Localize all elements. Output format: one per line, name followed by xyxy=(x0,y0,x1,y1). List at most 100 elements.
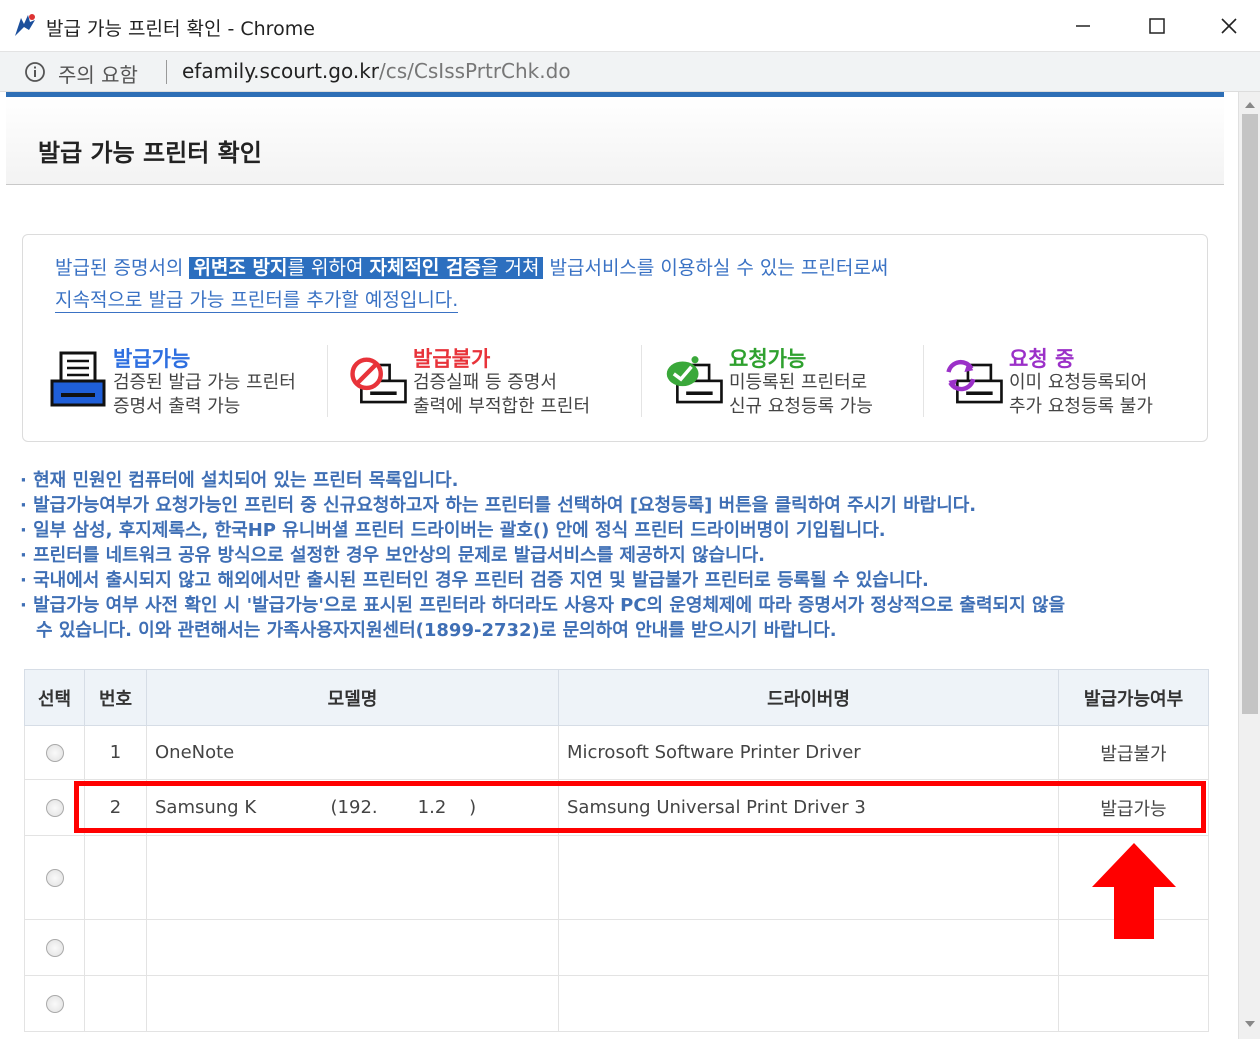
legend-title: 발급불가 xyxy=(413,343,490,373)
note-item: · 현재 민원인 컴퓨터에 설치되어 있는 프린터 목록입니다. xyxy=(20,468,1210,493)
header-number: 번호 xyxy=(85,670,147,726)
info-icon[interactable] xyxy=(24,61,46,83)
close-button[interactable] xyxy=(1202,6,1256,46)
court-logo-icon xyxy=(12,12,38,38)
page-title: 발급 가능 프린터 확인 xyxy=(38,133,262,168)
maximize-icon xyxy=(1148,17,1166,35)
legend-title: 요청 중 xyxy=(1009,343,1074,373)
address-bar[interactable]: 주의 요함 efamily.scourt.go.kr/cs/CsIssPrtrC… xyxy=(0,52,1260,92)
minimize-icon xyxy=(1075,18,1091,34)
printer-request-icon xyxy=(665,349,725,411)
note-item-continuation: 수 있습니다. 이와 관련해서는 가족사용자지원센터(1899-2732)로 문… xyxy=(20,618,1210,643)
legend-desc-line-2: 증명서 출력 가능 xyxy=(113,395,296,419)
row-radio[interactable] xyxy=(46,995,64,1013)
model-cell: OneNote xyxy=(147,726,559,780)
legend-desc-line-1: 미등록된 프린터로 xyxy=(729,371,873,395)
intro-text-after: 발급서비스를 이용하실 수 있는 프린터로써 xyxy=(550,257,889,279)
intro-highlight-bold-2: 자체적인 검증 xyxy=(369,257,481,279)
security-warning-text[interactable]: 주의 요함 xyxy=(58,59,138,88)
legend-divider xyxy=(327,345,328,417)
select-cell xyxy=(25,836,85,920)
legend-desc-line-1: 검증실패 등 증명서 xyxy=(413,371,590,395)
legend-title: 요청가능 xyxy=(729,343,806,373)
url-text[interactable]: efamily.scourt.go.kr/cs/CsIssPrtrChk.do xyxy=(182,59,571,83)
intro-line-1: 발급된 증명서의 위변조 방지를 위하여 자체적인 검증을 거쳐 발급서비스를 … xyxy=(55,253,888,280)
row-radio[interactable] xyxy=(46,939,64,957)
note-item: · 발급가능여부가 요청가능인 프린터 중 신규요청하고자 하는 프린터를 선택… xyxy=(20,493,1210,518)
legend-not-issuable: 발급불가 검증실패 등 증명서출력에 부적합한 프린터 xyxy=(349,343,649,417)
scroll-down-icon[interactable] xyxy=(1245,1021,1255,1027)
printer-prohibited-icon xyxy=(349,349,409,411)
status-cell: 발급불가 xyxy=(1059,726,1209,780)
header-select: 선택 xyxy=(25,670,85,726)
intro-text-before: 발급된 증명서의 xyxy=(55,257,183,279)
note-item: · 발급가능 여부 사전 확인 시 '발급가능'으로 표시된 프린터라 하더라도… xyxy=(20,593,1210,618)
select-cell xyxy=(25,920,85,976)
legend-description: 검증된 발급 가능 프린터증명서 출력 가능 xyxy=(113,371,296,419)
row-radio[interactable] xyxy=(46,869,64,887)
model-cell xyxy=(147,836,559,920)
legend-title: 발급가능 xyxy=(113,343,190,373)
page-header: 발급 가능 프린터 확인 xyxy=(6,97,1224,185)
number-cell: 1 xyxy=(85,726,147,780)
number-cell xyxy=(85,920,147,976)
legend-requesting: 요청 중 이미 요청등록되어추가 요청등록 불가 xyxy=(945,343,1238,417)
model-cell xyxy=(147,976,559,1032)
driver-cell xyxy=(559,920,1059,976)
intro-highlight-bold-1: 위변조 방지 xyxy=(193,257,287,279)
table-header-row: 선택 번호 모델명 드라이버명 발급가능여부 xyxy=(25,670,1209,726)
legend-divider xyxy=(923,345,924,417)
legend-description: 이미 요청등록되어추가 요청등록 불가 xyxy=(1009,371,1153,419)
close-icon xyxy=(1220,17,1238,35)
minimize-button[interactable] xyxy=(1056,6,1110,46)
intro-highlight: 위변조 방지를 위하여 자체적인 검증을 거쳐 xyxy=(189,257,543,279)
legend-divider xyxy=(641,345,642,417)
printer-table: 선택 번호 모델명 드라이버명 발급가능여부 1 OneNote Microso… xyxy=(24,669,1209,1032)
vertical-scrollbar[interactable] xyxy=(1238,92,1260,1039)
row-radio[interactable] xyxy=(46,799,64,817)
intro-highlight-end: 을 거쳐 xyxy=(481,257,539,279)
status-cell xyxy=(1059,976,1209,1032)
header-model: 모델명 xyxy=(147,670,559,726)
table-row[interactable] xyxy=(25,836,1209,920)
number-cell xyxy=(85,836,147,920)
annotation-arrow-up-icon xyxy=(1092,843,1176,939)
scroll-thumb[interactable] xyxy=(1242,114,1258,714)
driver-cell xyxy=(559,836,1059,920)
model-cell xyxy=(147,920,559,976)
note-item: · 프린터를 네트워크 공유 방식으로 설정한 경우 보안상의 문제로 발급서비… xyxy=(20,543,1210,568)
url-host: efamily.scourt.go.kr xyxy=(182,59,379,83)
legend-issuable: 발급가능 검증된 발급 가능 프린터증명서 출력 가능 xyxy=(49,343,349,417)
note-item: · 국내에서 출시되지 않고 해외에서만 출시된 프린터인 경우 프린터 검증 … xyxy=(20,568,1210,593)
driver-cell xyxy=(559,976,1059,1032)
table-row[interactable] xyxy=(25,920,1209,976)
notes-list: · 현재 민원인 컴퓨터에 설치되어 있는 프린터 목록입니다. · 발급가능여… xyxy=(20,468,1210,643)
intro-line-2: 지속적으로 발급 가능 프린터를 추가할 예정입니다. xyxy=(55,285,458,313)
table-row[interactable]: 1 OneNote Microsoft Software Printer Dri… xyxy=(25,726,1209,780)
maximize-button[interactable] xyxy=(1130,6,1184,46)
legend-description: 미등록된 프린터로신규 요청등록 가능 xyxy=(729,371,873,419)
page-content: 발급 가능 프린터 확인 발급된 증명서의 위변조 방지를 위하여 자체적인 검… xyxy=(6,92,1238,1039)
legend-desc-line-1: 검증된 발급 가능 프린터 xyxy=(113,371,296,395)
table-row[interactable] xyxy=(25,976,1209,1032)
legend-description: 검증실패 등 증명서출력에 부적합한 프린터 xyxy=(413,371,590,419)
legend-desc-line-2: 신규 요청등록 가능 xyxy=(729,395,873,419)
scroll-up-icon[interactable] xyxy=(1245,102,1255,108)
header-driver: 드라이버명 xyxy=(559,670,1059,726)
info-box: 발급된 증명서의 위변조 방지를 위하여 자체적인 검증을 거쳐 발급서비스를 … xyxy=(22,234,1208,442)
window-title: 발급 가능 프린터 확인 - Chrome xyxy=(46,14,315,41)
driver-cell: Microsoft Software Printer Driver xyxy=(559,726,1059,780)
legend-requestable: 요청가능 미등록된 프린터로신규 요청등록 가능 xyxy=(665,343,965,417)
number-cell xyxy=(85,976,147,1032)
url-path: /cs/CsIssPrtrChk.do xyxy=(379,59,571,83)
select-cell xyxy=(25,726,85,780)
legend-desc-line-2: 추가 요청등록 불가 xyxy=(1009,395,1153,419)
annotation-highlight-box xyxy=(74,781,1206,833)
legend-desc-line-2: 출력에 부적합한 프린터 xyxy=(413,395,590,419)
header-status: 발급가능여부 xyxy=(1059,670,1209,726)
legend-desc-line-1: 이미 요청등록되어 xyxy=(1009,371,1153,395)
row-radio[interactable] xyxy=(46,744,64,762)
intro-highlight-mid: 를 위하여 xyxy=(287,257,363,279)
note-item: · 일부 삼성, 후지제록스, 한국HP 유니버셜 프린터 드라이버는 괄호()… xyxy=(20,518,1210,543)
select-cell xyxy=(25,976,85,1032)
